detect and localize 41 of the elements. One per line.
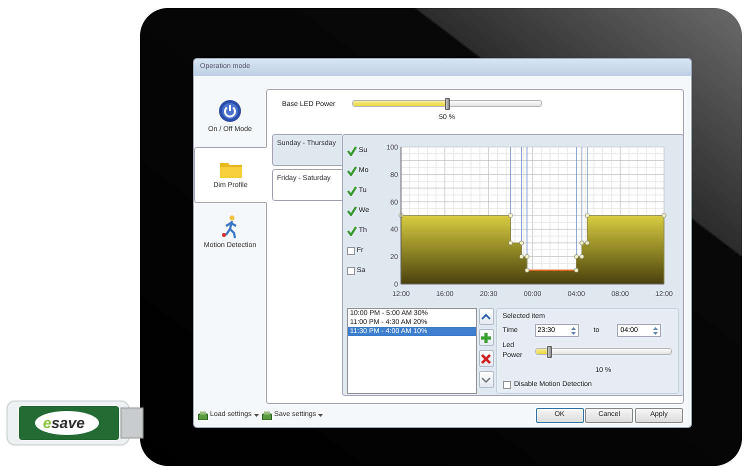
data-point[interactable] <box>585 213 590 218</box>
chevron-down-icon <box>481 376 492 384</box>
slider-thumb[interactable] <box>445 98 450 110</box>
add-button[interactable] <box>478 329 494 346</box>
checkbox[interactable] <box>347 166 357 176</box>
data-point[interactable] <box>508 213 513 218</box>
data-point[interactable] <box>508 240 513 246</box>
data-point[interactable] <box>574 254 579 259</box>
slider-thumb[interactable] <box>547 346 552 358</box>
checkbox[interactable] <box>502 381 510 389</box>
delete-button[interactable] <box>478 350 494 367</box>
brand-logo: esave <box>43 414 85 434</box>
delete-icon <box>481 354 492 364</box>
power-icon <box>218 98 242 123</box>
checkbox[interactable] <box>347 247 355 255</box>
base-power-slider[interactable] <box>352 100 542 107</box>
plus-icon <box>481 332 492 342</box>
caret-icon <box>254 414 259 417</box>
data-point[interactable] <box>580 254 584 259</box>
checkbox[interactable] <box>347 186 357 196</box>
data-point[interactable] <box>519 254 524 259</box>
checkbox[interactable] <box>347 146 357 156</box>
data-point[interactable] <box>662 213 666 218</box>
checkbox[interactable] <box>347 226 357 236</box>
data-point[interactable] <box>519 240 524 246</box>
drive-icon <box>198 411 208 420</box>
checkbox[interactable] <box>347 206 357 216</box>
data-point[interactable] <box>580 240 584 246</box>
chevron-up-icon <box>481 312 492 320</box>
led-power-slider[interactable] <box>534 348 672 355</box>
data-point[interactable] <box>524 268 530 273</box>
data-point[interactable] <box>574 268 579 273</box>
move-down-button[interactable] <box>478 371 494 388</box>
data-point[interactable] <box>524 254 530 259</box>
move-up-button[interactable] <box>478 308 494 325</box>
data-point[interactable] <box>585 240 590 246</box>
minimum-level-line <box>527 270 576 271</box>
drive-icon <box>262 411 272 420</box>
data-point[interactable] <box>398 213 404 218</box>
caret-icon <box>318 414 324 417</box>
checkbox[interactable] <box>347 267 355 275</box>
